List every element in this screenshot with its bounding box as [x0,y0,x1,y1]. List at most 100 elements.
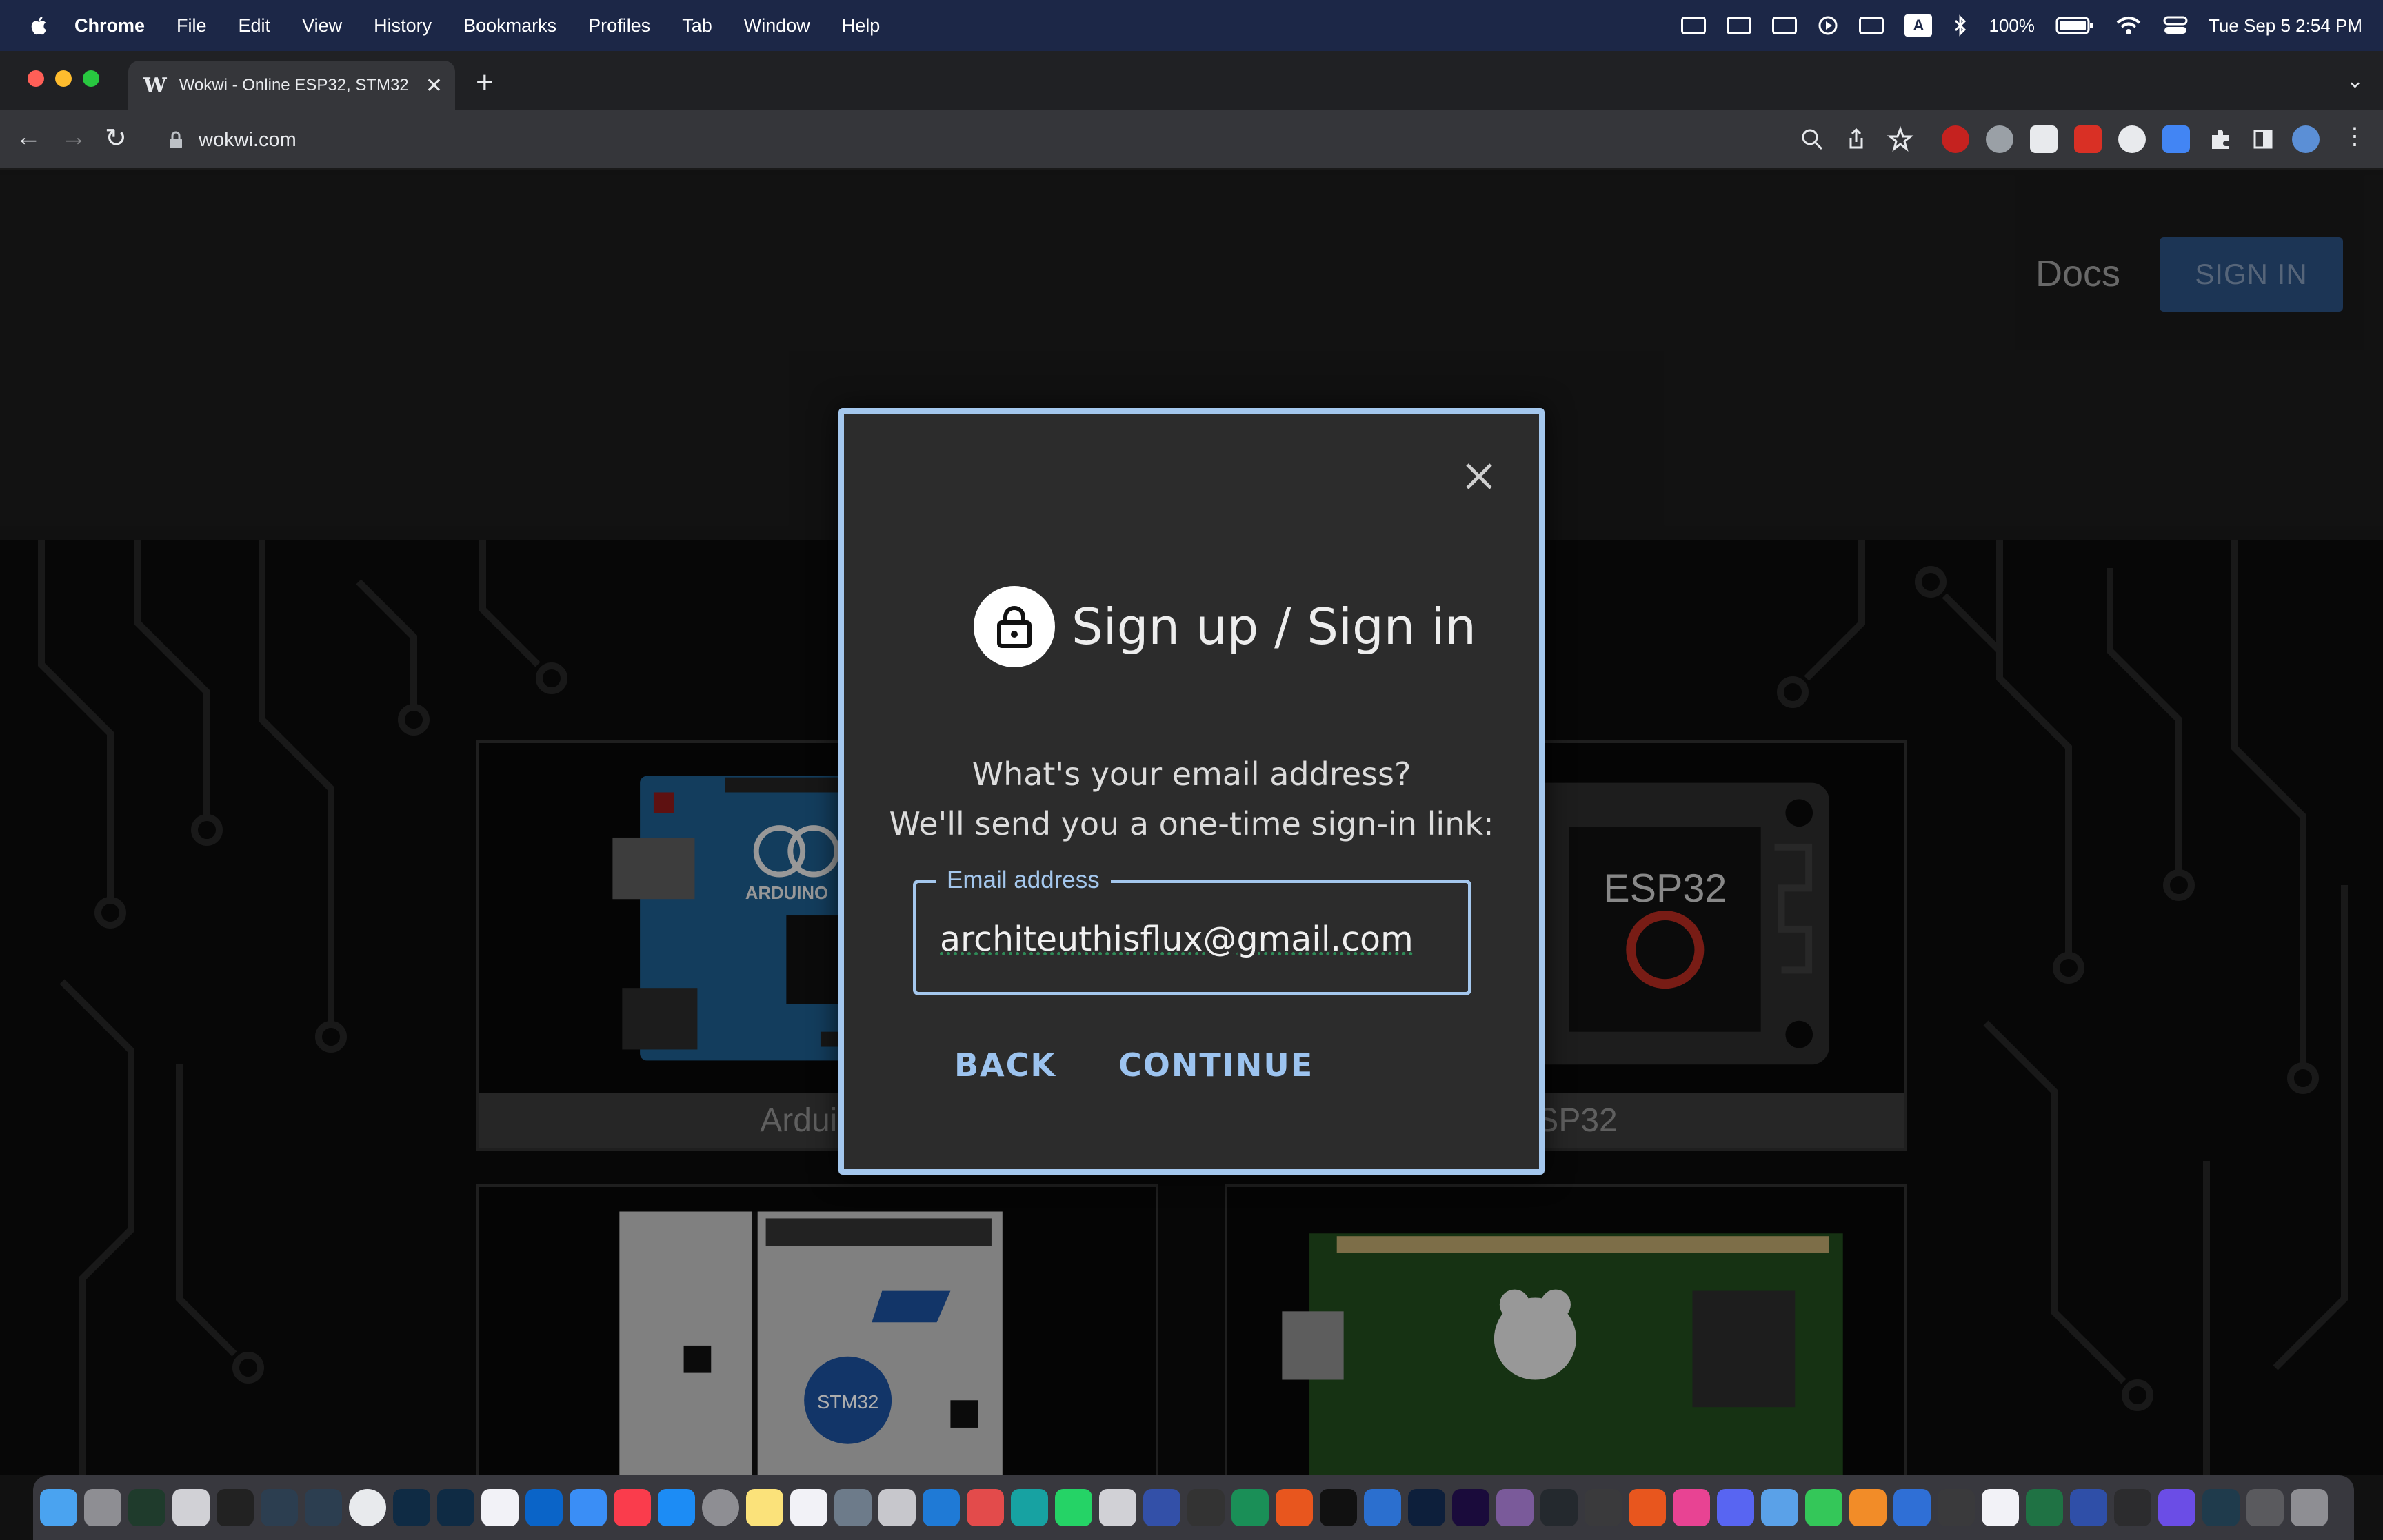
textedit-icon[interactable] [790,1489,827,1526]
messages-icon[interactable] [1805,1489,1842,1526]
fusion-icon[interactable] [1276,1489,1313,1526]
zoom-icon[interactable] [1798,125,1826,153]
app-icon-4[interactable] [1364,1489,1401,1526]
back-button[interactable]: BACK [954,1046,1056,1084]
github-desktop-icon[interactable] [1540,1489,1578,1526]
outlook-icon[interactable] [525,1489,563,1526]
notes-icon[interactable] [746,1489,783,1526]
discord-icon[interactable] [1717,1489,1754,1526]
browser-tab-active[interactable]: W Wokwi - Online ESP32, STM32 ✕ [128,61,455,110]
app-icon-13[interactable] [1982,1489,2019,1526]
calendar-icon[interactable] [481,1489,519,1526]
menu-file[interactable]: File [177,15,207,37]
share-icon[interactable] [1842,125,1870,153]
back-arrow-icon[interactable]: ← [15,123,41,152]
whatsapp-icon[interactable] [1055,1489,1092,1526]
window-zoom-button[interactable] [83,70,99,87]
play-icon[interactable] [1818,15,1838,36]
apple-icon[interactable] [28,14,51,37]
downloads-stack-icon[interactable] [2246,1489,2284,1526]
app-icon-8[interactable] [1673,1489,1710,1526]
activity-monitor-icon[interactable] [128,1489,165,1526]
music-icon[interactable] [614,1489,651,1526]
forward-arrow-icon[interactable]: → [61,123,87,152]
cricut-icon[interactable] [1231,1489,1269,1526]
menu-profiles[interactable]: Profiles [588,15,650,37]
terminal-icon[interactable] [217,1489,254,1526]
app-icon-1[interactable] [967,1489,1004,1526]
printer-icon[interactable] [172,1489,210,1526]
lightroom-classic-icon[interactable] [437,1489,474,1526]
app-store-icon[interactable] [658,1489,695,1526]
tab-close-icon[interactable]: ✕ [425,74,443,98]
chrome-menu-icon[interactable]: ⋮ [2343,123,2366,150]
mail-icon[interactable] [570,1489,607,1526]
app-icon-5[interactable] [1496,1489,1534,1526]
premiere-icon[interactable] [1452,1489,1489,1526]
input-source-icon[interactable]: A [1904,14,1933,37]
app-icon-2[interactable] [1099,1489,1136,1526]
app-icon-15[interactable] [2114,1489,2151,1526]
translate-extension-icon[interactable] [2162,125,2190,153]
window-close-button[interactable] [28,70,44,87]
menu-bookmarks[interactable]: Bookmarks [463,15,556,37]
side-panel-icon[interactable] [2249,125,2277,153]
photoshop-icon[interactable] [1408,1489,1445,1526]
battery-icon[interactable] [2055,16,2094,35]
ugs-icon[interactable] [1320,1489,1357,1526]
profile-avatar[interactable] [2292,125,2320,153]
app-icon-6[interactable] [1585,1489,1622,1526]
archive-utility-icon[interactable] [878,1489,916,1526]
menu-view[interactable]: View [302,15,342,37]
menu-tab[interactable]: Tab [682,15,712,37]
memory-status-icon[interactable] [1681,17,1707,34]
extension-icon-5[interactable] [2118,125,2146,153]
serial-tool-2-icon[interactable] [305,1489,342,1526]
email-field[interactable]: Email address [913,867,1471,995]
tab-search-chevron-icon[interactable]: ⌄ [2346,69,2364,93]
window-layout-icon[interactable] [1727,17,1752,34]
continue-button[interactable]: CONTINUE [1118,1046,1314,1084]
trash-icon[interactable] [2291,1489,2328,1526]
puzzle-extensions-icon[interactable] [2206,125,2234,153]
email-input[interactable] [940,915,1450,963]
arduino-ide-icon[interactable] [1011,1489,1048,1526]
control-center-icon[interactable] [2163,15,2188,36]
close-icon[interactable] [1462,459,1496,494]
app-icon-9[interactable] [1761,1489,1798,1526]
serial-tool-icon[interactable] [261,1489,298,1526]
menu-help[interactable]: Help [842,15,881,37]
wifi-icon[interactable] [2115,15,2142,36]
excel-icon[interactable] [2026,1489,2063,1526]
reload-icon[interactable]: ↻ [105,123,127,154]
finder-icon[interactable] [40,1489,77,1526]
bookmark-star-icon[interactable] [1887,125,1914,153]
lightroom-icon[interactable] [393,1489,430,1526]
extension-icon-2[interactable] [1986,125,2013,153]
extension-icon-3[interactable] [2030,125,2058,153]
menu-window[interactable]: Window [744,15,810,37]
app-icon-16[interactable] [2158,1489,2195,1526]
preview-icon[interactable] [834,1489,872,1526]
vscode-icon[interactable] [923,1489,960,1526]
search-extension-icon[interactable] [2074,125,2102,153]
new-tab-button[interactable]: + [476,68,494,98]
launchpad-icon[interactable] [84,1489,121,1526]
bluetooth-icon[interactable] [1953,14,1968,37]
display-icon[interactable] [1772,17,1798,34]
app-icon-12[interactable] [1938,1489,1975,1526]
chrome-icon[interactable] [349,1489,386,1526]
menubar-clock[interactable]: Tue Sep 5 2:54 PM [2209,15,2362,37]
app-icon-10[interactable] [1849,1489,1887,1526]
app-icon-17[interactable] [2202,1489,2240,1526]
window-minimize-button[interactable] [55,70,72,87]
menu-history[interactable]: History [374,15,432,37]
adblock-extension-icon[interactable] [1942,125,1969,153]
app-icon-14[interactable] [2070,1489,2107,1526]
app-icon-3[interactable] [1187,1489,1225,1526]
app-icon-11[interactable] [1893,1489,1931,1526]
kicad-icon[interactable] [1143,1489,1180,1526]
app-icon-7[interactable] [1629,1489,1666,1526]
menu-chrome[interactable]: Chrome [74,15,145,37]
menu-edit[interactable]: Edit [239,15,271,37]
